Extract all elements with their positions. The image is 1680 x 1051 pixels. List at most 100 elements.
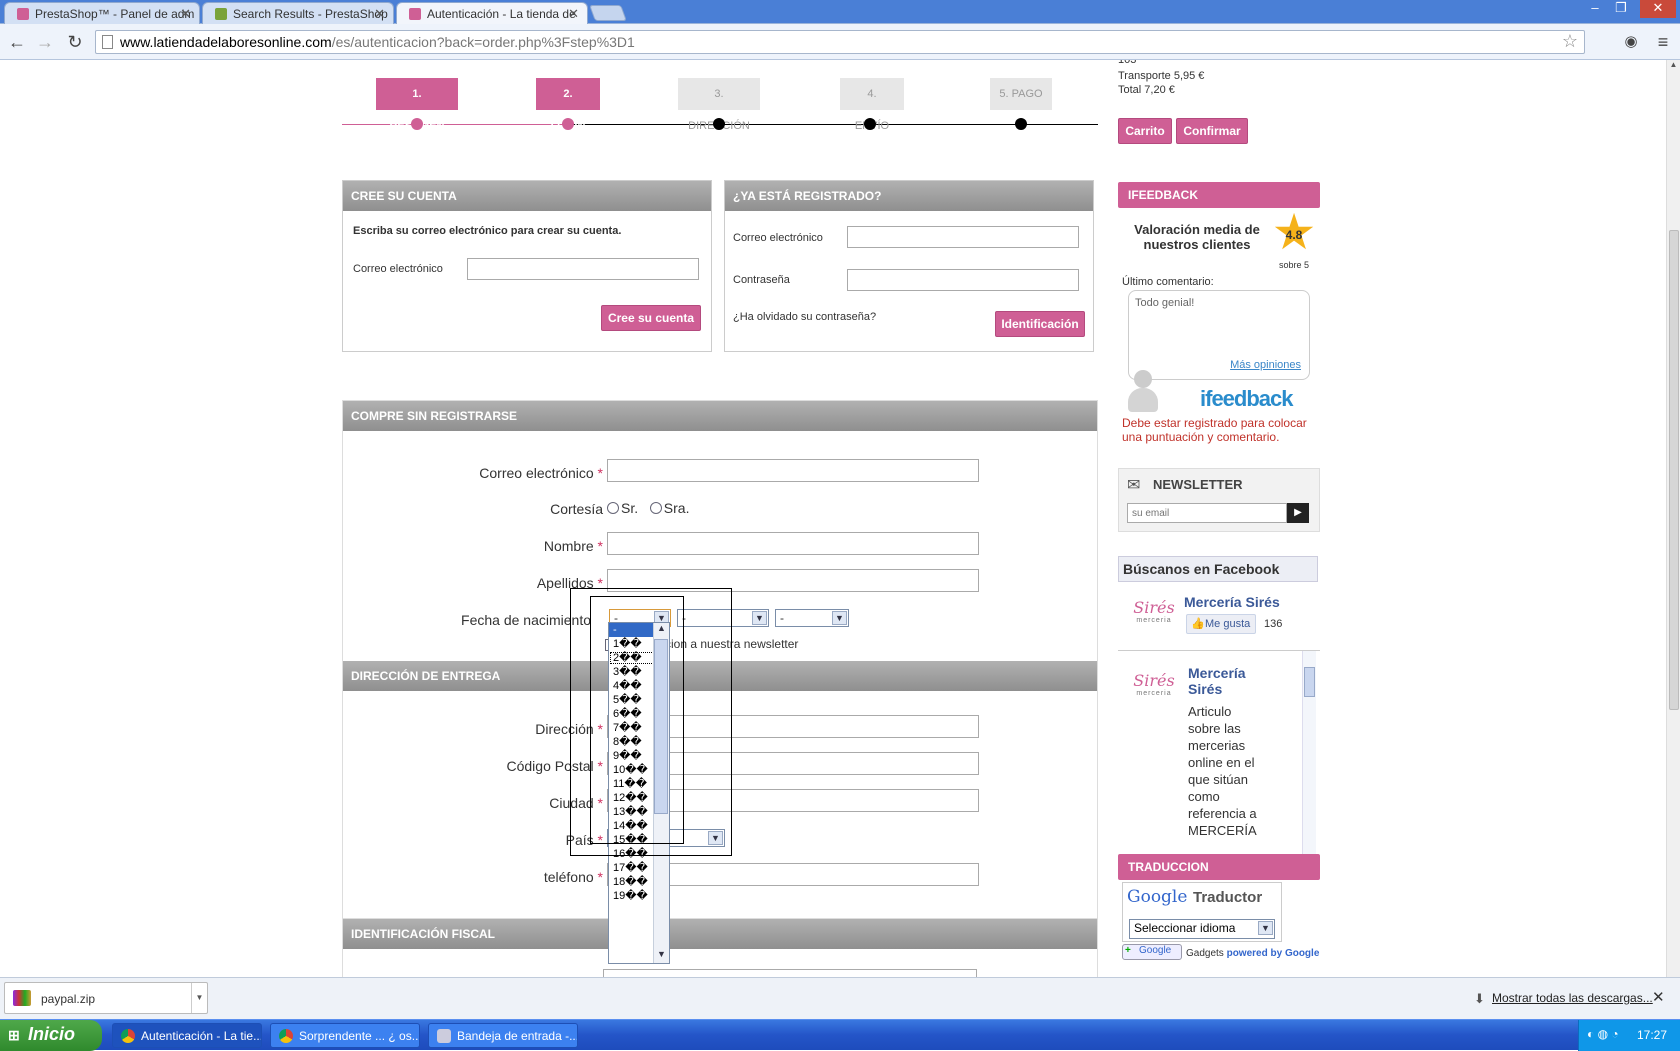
scrollbar-thumb[interactable] <box>654 639 668 814</box>
forgot-password-link[interactable]: ¿Ha olvidado su contraseña? <box>733 311 876 323</box>
page-scrollbar[interactable]: ▲ <box>1666 60 1680 977</box>
scroll-down-icon[interactable]: ▼ <box>654 949 669 963</box>
step-dot <box>713 118 725 130</box>
guest-checkout-box: COMPRE SIN REGISTRARSE Correo electrónic… <box>342 400 1098 960</box>
download-item[interactable]: paypal.zip ▼ <box>4 982 208 1014</box>
window-close-icon[interactable]: ✕ <box>1640 0 1676 18</box>
post-text: Articulo sobre las mercerias online en e… <box>1188 704 1257 838</box>
login-email-input[interactable] <box>847 226 1079 248</box>
comment-bubble: Todo genial! Más opiniones <box>1128 290 1310 380</box>
radio-sr[interactable] <box>607 502 619 514</box>
dropdown-arrow-icon: ▼ <box>752 611 767 625</box>
ifeedback-logo[interactable]: ifeedback <box>1200 386 1293 412</box>
login-password-input[interactable] <box>847 269 1079 291</box>
close-tab-icon[interactable]: ✕ <box>180 6 191 22</box>
wrench-menu-icon[interactable]: ≡ <box>1652 32 1674 52</box>
download-menu-icon[interactable]: ▼ <box>191 983 207 1013</box>
close-download-bar-icon[interactable]: ✕ <box>1652 988 1665 1006</box>
cart-partial-line: 103 <box>1118 60 1137 66</box>
bookmark-star-icon[interactable]: ☆ <box>1562 31 1578 52</box>
back-arrow-icon[interactable]: ← <box>6 32 28 52</box>
newsletter-submit-button[interactable]: ▶ <box>1287 503 1309 523</box>
step-dot <box>411 118 423 130</box>
fiscal-input[interactable] <box>603 969 977 977</box>
prestashop-addons-icon <box>215 8 227 20</box>
translate-widget: Google Traductor Seleccionar idioma ▼ <box>1122 882 1282 942</box>
newsletter-email-input[interactable] <box>1127 503 1287 523</box>
reload-icon[interactable]: ↻ <box>64 32 86 52</box>
rating-of: sobre 5 <box>1278 260 1310 270</box>
chrome-icon <box>279 1029 293 1043</box>
clock: 17:27 <box>1637 1028 1668 1042</box>
tab-prestashop-admin[interactable]: PrestaShop™ - Panel de adm ✕ <box>4 2 200 24</box>
step-resumen[interactable]: 1. RESUMEN <box>376 78 458 132</box>
translate-title: TRADUCCION <box>1118 854 1320 880</box>
language-select[interactable]: Seleccionar idioma ▼ <box>1129 919 1275 939</box>
dropdown-scrollbar[interactable]: ▲ ▼ <box>653 623 669 963</box>
birth-year-select[interactable]: - ▼ <box>775 609 849 627</box>
step-direccion: 3. DIRECCIÓN <box>678 78 760 132</box>
birth-month-select[interactable]: - ▼ <box>677 609 769 627</box>
page-scrollbar-thumb[interactable] <box>1669 230 1679 710</box>
radio-sra[interactable] <box>649 502 662 514</box>
login-button[interactable]: Identificación <box>995 311 1085 337</box>
start-button[interactable]: ⊞ Inicio <box>0 1020 102 1051</box>
show-all-downloads-link[interactable]: Mostrar todas las descargas... <box>1492 991 1653 1005</box>
last-comment-label: Último comentario: <box>1122 276 1214 288</box>
url-host: www.latiendadelaboresonline.com <box>120 34 332 50</box>
post-author[interactable]: Mercería Sirés <box>1188 665 1268 697</box>
minimize-icon[interactable]: – <box>1584 0 1606 18</box>
taskbar-item-chrome-sorprendente[interactable]: Sorprendente ... ¿ os... <box>270 1023 420 1048</box>
forward-arrow-icon[interactable]: → <box>34 32 56 52</box>
facebook-page-name[interactable]: Mercería Sirés <box>1184 594 1280 610</box>
birth-day-dropdown-list[interactable]: -1�� 2�� 3�� 4�� 5�� 6�� 7�� 8�� 9�� 10�� 11�� 12��… <box>608 622 670 964</box>
more-opinions-link[interactable]: Más opiniones <box>1230 359 1301 371</box>
delivery-title: DIRECCIÓN DE ENTREGA <box>343 661 1097 691</box>
first-name-label: Nombre * <box>543 538 603 554</box>
first-name-input[interactable] <box>607 532 979 555</box>
tab-search-results[interactable]: Search Results - PrestaShop ✕ <box>202 2 394 24</box>
birth-month-value: - <box>682 611 686 625</box>
tab-autenticacion[interactable]: Autenticación - La tienda de ✕ <box>396 2 588 25</box>
taskbar-item-inbox[interactable]: Bandeja de entrada -... <box>428 1023 578 1048</box>
tab-label: Search Results - PrestaShop <box>233 7 388 21</box>
tray-icons[interactable]: ◐ ◍ ◔ <box>1587 1027 1619 1041</box>
registered-title: ¿YA ESTÁ REGISTRADO? <box>725 181 1093 211</box>
scroll-up-icon[interactable]: ▲ <box>654 623 669 637</box>
google-badge[interactable]: + Google <box>1122 944 1182 960</box>
merceria-logo: Sirés merceria <box>1133 671 1175 697</box>
cart-button[interactable]: Carrito <box>1118 118 1172 144</box>
address-bar[interactable]: www.latiendadelaboresonline.com/es/auten… <box>95 30 1585 54</box>
scroll-up-icon[interactable]: ▲ <box>1667 60 1680 69</box>
confirm-button[interactable]: Confirmar <box>1176 118 1248 144</box>
phone-label: teléfono * <box>543 869 603 885</box>
close-tab-icon[interactable]: ✕ <box>568 6 579 22</box>
taskbar-item-chrome-auth[interactable]: Autenticación - La tie... <box>112 1023 262 1048</box>
create-email-label: Correo electrónico <box>353 263 443 275</box>
google-logo: Google <box>1127 887 1188 907</box>
ifeedback-notice: Debe estar registrado para colocar una p… <box>1122 416 1307 444</box>
guest-email-input[interactable] <box>607 459 979 482</box>
country-label: País * <box>565 832 603 848</box>
close-tab-icon[interactable]: ✕ <box>374 6 385 22</box>
rating-label: Valoración media de nuestros clientes <box>1134 222 1260 252</box>
chrome-icon <box>121 1029 135 1043</box>
prestashop-icon <box>17 8 29 20</box>
web-page: 1. RESUMEN 2. LOGIN 3. DIRECCIÓN 4. ENVÍ… <box>0 60 1666 977</box>
cart-total: Total 7,20 € <box>1118 84 1175 96</box>
guest-email-label: Correo electrónico * <box>479 465 603 481</box>
newsletter-checkbox-label: cion a nuestra newsletter <box>665 637 799 651</box>
facebook-stream-scrollbar[interactable] <box>1302 651 1316 870</box>
step-pago: 5. PAGO <box>990 78 1052 110</box>
merceria-logo: Sirés merceria <box>1133 598 1175 624</box>
step-dot <box>1015 118 1027 130</box>
create-account-button[interactable]: Cree su cuenta <box>601 305 701 331</box>
restore-icon[interactable]: ❐ <box>1610 0 1632 18</box>
new-tab-button[interactable] <box>589 5 627 21</box>
step-login[interactable]: 2. LOGIN <box>536 78 600 132</box>
facebook-like-button[interactable]: 👍 Me gusta <box>1186 614 1256 634</box>
create-email-input[interactable] <box>467 258 699 280</box>
extension-icon[interactable]: ◉ <box>1620 32 1642 52</box>
last-comment-text: Todo genial! <box>1135 297 1195 309</box>
last-name-input[interactable] <box>607 569 979 592</box>
